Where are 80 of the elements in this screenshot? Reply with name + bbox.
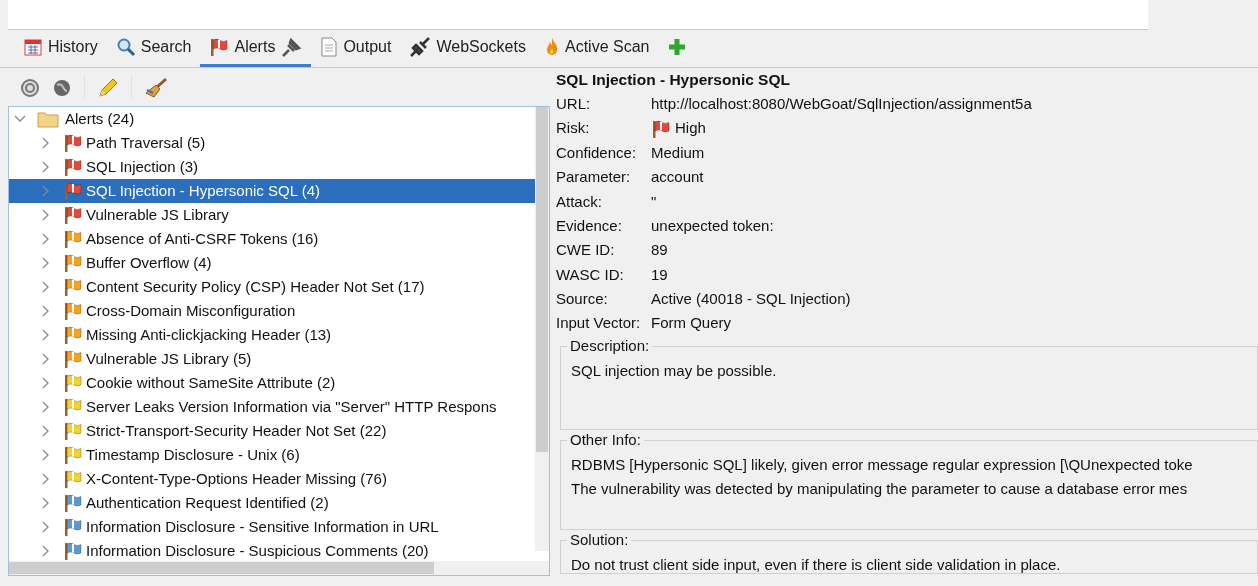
flag-icon — [63, 541, 83, 561]
flag-icon — [651, 118, 671, 139]
tree-item[interactable]: X-Content-Type-Options Header Missing (76) — [9, 467, 535, 491]
flag-icon — [63, 205, 83, 225]
field-label: Source: — [556, 289, 609, 310]
field-label: Risk: — [556, 118, 591, 139]
flag-icon — [63, 517, 83, 537]
field-label: WASC ID: — [556, 264, 625, 285]
field-label: Evidence: — [556, 215, 623, 236]
field-value: " — [651, 191, 657, 212]
section-text: The vulnerability was detected by manipulating the parameter to cause a database error mes — [571, 478, 1189, 499]
horizontal-scrollbar[interactable] — [9, 561, 549, 575]
section-text: SQL injection may be possible. — [571, 360, 778, 381]
flag-icon — [63, 349, 83, 369]
flag-icon — [63, 445, 83, 465]
tree-item[interactable]: Cookie without SameSite Attribute (2) — [9, 371, 535, 395]
tree-item[interactable]: Authentication Request Identified (2) — [9, 491, 535, 515]
field-value: 19 — [651, 264, 668, 285]
field-label: CWE ID: — [556, 240, 616, 261]
folder-icon — [37, 110, 59, 128]
tree-item[interactable]: Timestamp Disclosure - Unix (6) — [9, 443, 535, 467]
tree-item[interactable]: Buffer Overflow (4) — [9, 251, 535, 275]
flag-icon — [209, 36, 230, 57]
field-value: unexpected token: — [651, 215, 774, 236]
tab[interactable]: Search — [106, 29, 201, 67]
tree-item[interactable]: Alerts (24) — [9, 107, 535, 131]
field-value: account — [651, 167, 704, 188]
tree-item[interactable]: SQL Injection - Hypersonic SQL (4) — [9, 179, 535, 203]
tab[interactable]: Active Scan — [534, 29, 659, 67]
flag-icon — [63, 397, 83, 417]
tab[interactable]: Output — [311, 29, 401, 67]
field-value: 89 — [651, 240, 668, 261]
section-text: Do not trust client side input, even if there is client side validation in place. — [571, 554, 1062, 575]
field-value: Form Query — [651, 313, 731, 334]
vertical-scrollbar[interactable] — [535, 107, 549, 551]
calendar-icon — [23, 36, 43, 57]
pin-icon[interactable] — [280, 36, 303, 57]
alert-title: SQL Injection - Hypersonic SQL — [556, 70, 791, 90]
plug-icon — [409, 36, 432, 57]
flag-icon — [63, 229, 83, 249]
flag-icon — [63, 325, 83, 345]
tree-item[interactable]: Path Traversal (5) — [9, 131, 535, 155]
flag-icon — [63, 181, 83, 201]
tree-item[interactable]: Server Leaks Version Information via "Server" HTTP Respons — [9, 395, 535, 419]
field-label: Input Vector: — [556, 313, 642, 334]
tree-item[interactable]: Vulnerable JS Library (5) — [9, 347, 535, 371]
flag-icon — [63, 493, 83, 513]
tree-item[interactable]: Cross-Domain Misconfiguration — [9, 299, 535, 323]
flag-icon — [63, 253, 83, 273]
field-value: Active (40018 - SQL Injection) — [651, 289, 851, 310]
flag-icon — [63, 157, 83, 177]
flag-icon — [63, 133, 83, 153]
tree-item[interactable]: Content Security Policy (CSP) Header Not Set (17) — [9, 275, 535, 299]
field-label: Parameter: — [556, 167, 632, 188]
tree-item-label: Alerts (24) — [65, 108, 135, 129]
document-icon — [320, 36, 339, 57]
flag-icon — [63, 469, 83, 489]
tree-item[interactable]: Information Disclosure - Sensitive Information in URL — [9, 515, 535, 539]
search-icon — [115, 36, 136, 57]
tree-item[interactable]: Strict-Transport-Security Header Not Set (22) — [9, 419, 535, 443]
tree-item[interactable]: Absence of Anti-CSRF Tokens (16) — [9, 227, 535, 251]
section-text: RDBMS [Hypersonic SQL] likely, given error message regular expression [\QUnexpected toke — [571, 454, 1194, 475]
tree-item[interactable]: Vulnerable JS Library — [9, 203, 535, 227]
tab[interactable]: History — [14, 29, 107, 67]
tab[interactable]: WebSockets — [400, 29, 535, 67]
plus-icon — [667, 36, 688, 57]
flag-icon — [63, 421, 83, 441]
field-label: Confidence: — [556, 142, 638, 163]
flag-icon — [63, 277, 83, 297]
tree-item[interactable]: SQL Injection (3) — [9, 155, 535, 179]
field-value: Medium — [651, 142, 705, 163]
field-value: High — [675, 118, 706, 139]
flag-icon — [63, 373, 83, 393]
tree-item[interactable]: Information Disclosure - Suspicious Comments (20) — [9, 539, 535, 563]
field-label: Attack: — [556, 191, 603, 212]
field-value: http://localhost:8080/WebGoat/SqlInjection/assignment5a — [651, 93, 1032, 114]
field-label: URL: — [556, 93, 592, 114]
tree-item[interactable]: Missing Anti-clickjacking Header (13) — [9, 323, 535, 347]
tab[interactable]: Alerts — [200, 29, 312, 67]
flag-icon — [63, 301, 83, 321]
